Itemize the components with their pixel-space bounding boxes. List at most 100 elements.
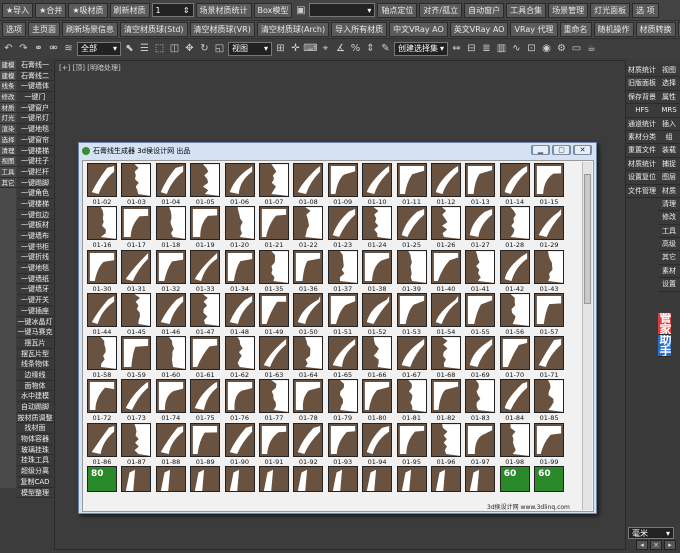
left-tool-button[interactable]: 超级分离 bbox=[17, 466, 53, 477]
render-setup-icon[interactable]: ⚙ bbox=[555, 42, 568, 56]
schematic-icon[interactable]: ⊡ bbox=[525, 42, 538, 56]
mirror-icon[interactable]: ⇔ bbox=[450, 42, 463, 56]
thumbnail-item[interactable]: 01-11 bbox=[396, 163, 430, 206]
page-close-icon[interactable]: × bbox=[650, 540, 662, 550]
thumbnail-item[interactable]: 01-41 bbox=[464, 249, 498, 293]
plugin-toolbar-button[interactable]: 清空材质球(Arch) bbox=[256, 22, 330, 37]
rotate-icon[interactable]: ↻ bbox=[198, 42, 211, 56]
left-tool-button[interactable]: 一键冰晶灯 bbox=[17, 317, 53, 328]
thumbnail-item[interactable]: 01-94 bbox=[361, 422, 395, 466]
thumbnail-item[interactable]: 01-77 bbox=[258, 379, 292, 422]
thumbnail-item[interactable]: 01-84 bbox=[499, 379, 533, 422]
thumbnail-item[interactable]: 01-43 bbox=[533, 249, 567, 293]
spinner[interactable]: 1 ⇕ bbox=[151, 3, 194, 17]
thumbnail-item[interactable]: 01-79 bbox=[327, 379, 361, 422]
graphite-icon[interactable]: ▥ bbox=[495, 42, 508, 56]
thumbnail-item[interactable]: 01-58 bbox=[86, 336, 120, 379]
thumbnail-item[interactable]: 01-33 bbox=[189, 249, 223, 293]
align-isolate-button[interactable]: 对齐/孤立 bbox=[419, 2, 463, 18]
left-category-button[interactable]: 修改 bbox=[0, 92, 16, 103]
angle-snap-icon[interactable]: ∡ bbox=[334, 42, 347, 56]
left-tool-button[interactable]: 一键柱子 bbox=[17, 156, 53, 167]
thumbnail-item[interactable]: 01-99 bbox=[533, 422, 567, 466]
left-category-button[interactable]: 灯光 bbox=[0, 113, 16, 125]
options-button[interactable]: 选 项 bbox=[632, 2, 659, 18]
left-tool-button[interactable]: 一键窗户 bbox=[17, 103, 53, 114]
thumbnail-item[interactable]: 01-51 bbox=[327, 292, 361, 336]
thumbnail-item-partial[interactable] bbox=[327, 466, 361, 509]
right-tool-button[interactable]: 文件管理 bbox=[626, 185, 658, 198]
left-tool-button[interactable]: 自动踢脚 bbox=[17, 402, 53, 413]
thumbnail-item[interactable]: 01-76 bbox=[224, 379, 258, 422]
plugin-toolbar-button[interactable]: 刷新场景信息 bbox=[62, 22, 118, 37]
left-category-button[interactable]: 清理 bbox=[0, 146, 16, 157]
right-tool-button[interactable]: HFS bbox=[626, 104, 658, 118]
left-category-button[interactable]: 视图 bbox=[0, 156, 16, 167]
plugin-toolbar-button[interactable]: 随机操作 bbox=[593, 22, 634, 37]
maximize-button[interactable]: ▢ bbox=[552, 145, 571, 155]
box-model-button[interactable]: Box模型 bbox=[253, 2, 293, 18]
thumbnail-item[interactable]: 01-12 bbox=[430, 163, 464, 206]
refresh-material-button[interactable]: 刷新材质 bbox=[109, 2, 150, 18]
right-tool-button[interactable]: 通道统计 bbox=[626, 118, 658, 131]
left-tool-button[interactable]: 一键墙纸 bbox=[17, 274, 53, 285]
thumbnail-item[interactable]: 01-28 bbox=[499, 206, 533, 249]
thumbnail-item[interactable]: 01-70 bbox=[499, 336, 533, 379]
thumbnail-item[interactable]: 01-38 bbox=[361, 249, 395, 293]
left-category-button[interactable]: 其它 bbox=[0, 178, 16, 189]
left-tool-button[interactable]: 一键吊灯 bbox=[17, 113, 53, 125]
thumbnail-item[interactable]: 01-19 bbox=[189, 206, 223, 249]
thumbnail-item[interactable]: 01-78 bbox=[292, 379, 326, 422]
thumbnail-item[interactable]: 01-29 bbox=[533, 206, 567, 249]
render-icon[interactable]: ☕ bbox=[585, 42, 598, 56]
right-category-button[interactable]: 工具 bbox=[658, 225, 680, 239]
right-tool-button[interactable]: 旧版面板 bbox=[626, 77, 658, 91]
import-button[interactable]: ★ 导入 bbox=[2, 2, 34, 18]
thumbnail-item-partial[interactable] bbox=[224, 466, 258, 509]
link-icon[interactable]: ⚭ bbox=[32, 42, 45, 56]
left-tool-button[interactable]: 一键角色 bbox=[17, 188, 53, 199]
thumbnail-item[interactable]: 01-72 bbox=[86, 379, 120, 422]
auto-window-button[interactable]: 自动窗户 bbox=[464, 2, 505, 18]
scene-manager-button[interactable]: 场景管理 bbox=[548, 2, 589, 18]
thumbnail-item[interactable]: 01-81 bbox=[396, 379, 430, 422]
unlink-icon[interactable]: ⚮ bbox=[47, 42, 60, 56]
left-tool-button[interactable]: 一键板材 bbox=[17, 220, 53, 231]
color-category-button[interactable]: 管家 bbox=[658, 312, 671, 335]
left-category-button[interactable]: 建模 bbox=[0, 60, 16, 71]
thumbnail-item[interactable]: 01-10 bbox=[361, 163, 395, 206]
left-category-button[interactable]: 材质 bbox=[0, 103, 16, 114]
thumbnail-item[interactable]: 01-97 bbox=[464, 422, 498, 466]
thumbnail-item[interactable]: 01-87 bbox=[120, 422, 154, 466]
left-tool-button[interactable]: 一键墙布 bbox=[17, 231, 53, 242]
right-category-button[interactable]: 材质 bbox=[658, 185, 680, 198]
thumbnail-item[interactable]: 01-34 bbox=[224, 249, 258, 293]
left-tool-button[interactable]: 模型整理 bbox=[17, 488, 53, 499]
material-editor-icon[interactable]: ◉ bbox=[540, 42, 553, 56]
left-tool-button[interactable]: 玻璃挂珠 bbox=[17, 445, 53, 456]
thumbnail-item[interactable]: 01-14 bbox=[499, 163, 533, 206]
thumbnail-item-partial[interactable] bbox=[258, 466, 292, 509]
thumbnail-item[interactable]: 01-50 bbox=[292, 292, 326, 336]
thumbnail-item[interactable]: 01-04 bbox=[155, 163, 189, 206]
left-tool-button[interactable]: 边缘线 bbox=[17, 370, 53, 381]
thumbnail-item[interactable]: 01-62 bbox=[224, 336, 258, 379]
minimize-button[interactable]: ▁ bbox=[531, 145, 550, 155]
viewport-label[interactable]: [+] [顶] [明暗处理] bbox=[59, 63, 121, 73]
left-tool-button[interactable]: 一键插座 bbox=[17, 306, 53, 317]
left-category-button[interactable]: 渲染 bbox=[0, 124, 16, 135]
thumbnail-item-partial[interactable]: 80 bbox=[86, 466, 120, 509]
keyboard-shortcut-icon[interactable]: ⌨ bbox=[303, 42, 317, 56]
thumbnail-item[interactable]: 01-95 bbox=[396, 422, 430, 466]
bind-icon[interactable]: ≋ bbox=[62, 42, 75, 56]
window-titlebar[interactable]: 石膏线生成器 3d侯设计网 出品 bbox=[79, 143, 596, 158]
plugin-toolbar-button[interactable]: 导入所有材质 bbox=[331, 22, 388, 37]
thumbnail-item[interactable]: 01-02 bbox=[86, 163, 120, 206]
thumbnail-item[interactable]: 01-55 bbox=[464, 292, 498, 336]
thumbnail-item-partial[interactable] bbox=[292, 466, 326, 509]
thumbnail-item[interactable]: 01-66 bbox=[361, 336, 395, 379]
plugin-toolbar-button[interactable]: 清空材质球(Std) bbox=[120, 22, 188, 37]
pivot-locate-button[interactable]: 轴点定位 bbox=[377, 2, 418, 18]
layers-icon[interactable]: ≣ bbox=[480, 42, 493, 56]
thumbnail-item[interactable]: 01-24 bbox=[361, 206, 395, 249]
